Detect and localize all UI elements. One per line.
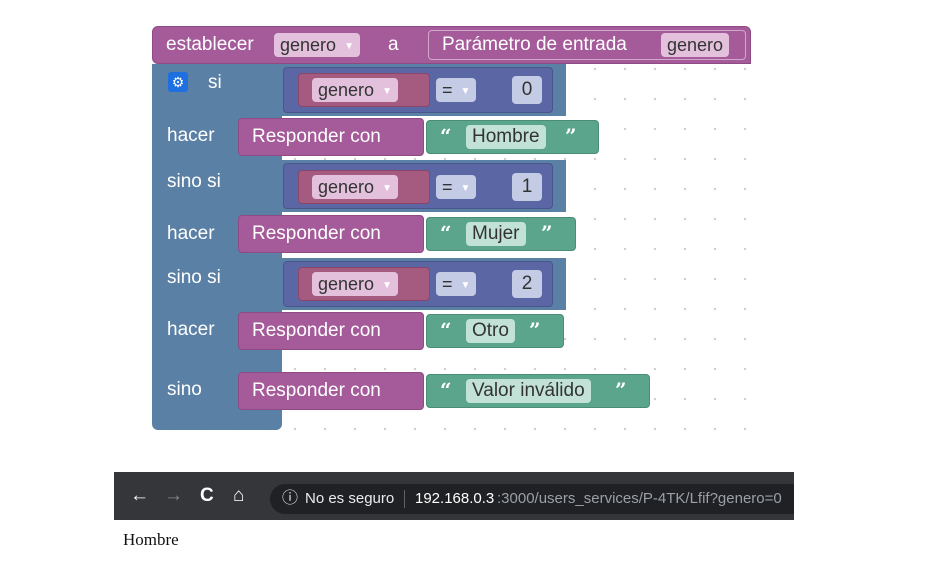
operator-dropdown-3[interactable]: = ▼	[436, 272, 477, 296]
else-label: sino	[167, 379, 202, 400]
else-if-label-2: sino si	[167, 267, 221, 288]
info-icon[interactable]: ⓘ	[282, 484, 298, 514]
quote-close-icon: ”	[615, 378, 627, 402]
quote-close-icon: ”	[565, 124, 577, 148]
response-output: Hombre	[123, 530, 179, 549]
set-label: establecer	[166, 34, 254, 55]
do-label-3: hacer	[167, 319, 215, 340]
url-host[interactable]: 192.168.0.3	[415, 484, 494, 514]
home-icon[interactable]: ⌂	[233, 472, 244, 520]
do-label-2: hacer	[167, 223, 215, 244]
operator-dropdown-2[interactable]: = ▼	[436, 175, 477, 199]
set-variable-dropdown[interactable]: genero ▼	[274, 33, 360, 57]
parameter-label: Parámetro de entrada	[442, 34, 627, 55]
back-icon[interactable]: ←	[130, 472, 149, 520]
respond-label-2: Responder con	[252, 223, 381, 244]
chevron-down-icon: ▼	[382, 86, 392, 97]
do-label-1: hacer	[167, 125, 215, 146]
variable-dropdown-3[interactable]: genero ▼	[312, 272, 398, 296]
chevron-down-icon: ▼	[460, 280, 471, 291]
else-if-label-1: sino si	[167, 171, 221, 192]
quote-open-icon: “	[440, 318, 452, 342]
number-field-3[interactable]: 2	[512, 270, 542, 298]
omnibox-divider	[404, 490, 405, 508]
operator-dropdown-1[interactable]: = ▼	[436, 78, 477, 102]
chevron-down-icon: ▼	[460, 183, 471, 194]
text-field-3[interactable]: Otro	[466, 319, 515, 343]
quote-close-icon: ”	[529, 318, 541, 342]
security-status[interactable]: No es seguro	[305, 484, 394, 514]
chevron-down-icon: ▼	[344, 41, 354, 52]
variable-dropdown-1[interactable]: genero ▼	[312, 78, 398, 102]
text-field-4[interactable]: Valor inválido	[466, 379, 591, 403]
forward-icon[interactable]: →	[164, 472, 183, 520]
chevron-down-icon: ▼	[382, 183, 392, 194]
variable-dropdown-2[interactable]: genero ▼	[312, 175, 398, 199]
url-path[interactable]: :3000/users_services/P-4TK/Lfif?genero=0	[497, 484, 782, 514]
chevron-down-icon: ▼	[460, 86, 471, 97]
respond-label-3: Responder con	[252, 320, 381, 341]
gear-icon[interactable]: ⚙	[168, 72, 188, 92]
quote-open-icon: “	[440, 221, 452, 245]
text-field-2[interactable]: Mujer	[466, 222, 526, 246]
quote-open-icon: “	[440, 378, 452, 402]
reload-icon[interactable]: C	[200, 472, 214, 520]
quote-open-icon: “	[440, 124, 452, 148]
set-to-label: a	[388, 34, 399, 55]
chevron-down-icon: ▼	[382, 280, 392, 291]
number-field-1[interactable]: 0	[512, 76, 542, 104]
respond-label-4: Responder con	[252, 380, 381, 401]
number-field-2[interactable]: 1	[512, 173, 542, 201]
text-field-1[interactable]: Hombre	[466, 125, 546, 149]
quote-close-icon: ”	[541, 221, 553, 245]
respond-label-1: Responder con	[252, 126, 381, 147]
parameter-value-field[interactable]: genero	[661, 33, 730, 57]
if-label: si	[208, 72, 222, 93]
